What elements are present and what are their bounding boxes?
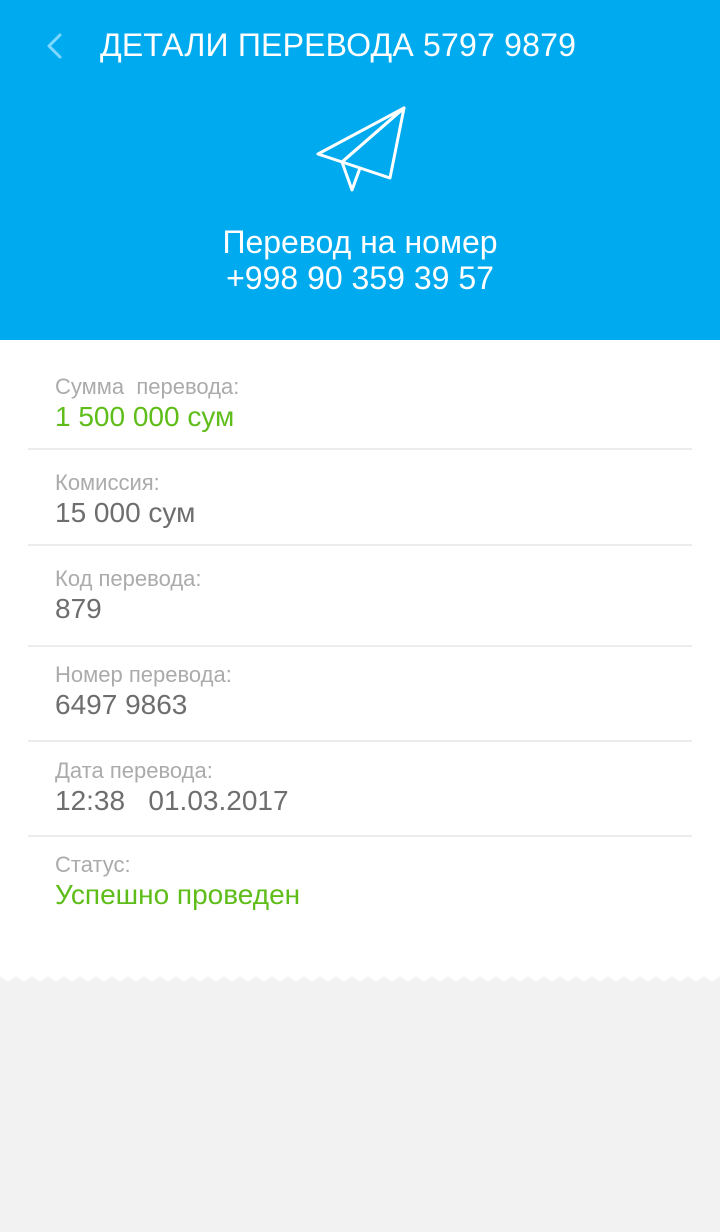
header: ДЕТАЛИ ПЕРЕВОДА 5797 9879 Перевод на ном… [0,0,720,340]
detail-row-amount: Сумма перевода: 1 500 000 сум [28,340,692,450]
detail-row-status: Статус: Успешно проведен [28,837,692,937]
detail-row-date: Дата перевода: 12:38 01.03.2017 [28,742,692,837]
recipient-phone: +998 90 359 39 57 [226,260,494,296]
commission-value: 15 000 сум [55,497,196,528]
detail-row-number: Номер перевода: 6497 9863 [28,647,692,742]
paper-plane-icon [316,106,406,192]
detail-row-commission: Комиссия: 15 000 сум [28,450,692,546]
transfer-recipient: Перевод на номер +998 90 359 39 57 [0,224,720,296]
details-card: Сумма перевода: 1 500 000 сум Комиссия: … [0,340,720,976]
date-label: Дата перевода: [55,758,213,783]
detail-row-code: Код перевода: 879 [28,546,692,647]
recipient-caption: Перевод на номер [222,224,498,260]
status-label: Статус: [55,852,131,877]
number-label: Номер перевода: [55,662,232,687]
date-value: 12:38 01.03.2017 [55,785,289,816]
back-button[interactable] [30,22,78,70]
number-value: 6497 9863 [55,689,188,720]
receipt-torn-edge [0,974,720,982]
commission-label: Комиссия: [55,470,160,495]
page-title: ДЕТАЛИ ПЕРЕВОДА 5797 9879 [100,27,577,63]
code-value: 879 [55,593,102,624]
amount-value: 1 500 000 сум [55,401,235,432]
status-value: Успешно проведен [55,879,301,910]
amount-label: Сумма перевода: [55,374,240,399]
chevron-left-icon [47,33,62,59]
code-label: Код перевода: [55,566,202,591]
